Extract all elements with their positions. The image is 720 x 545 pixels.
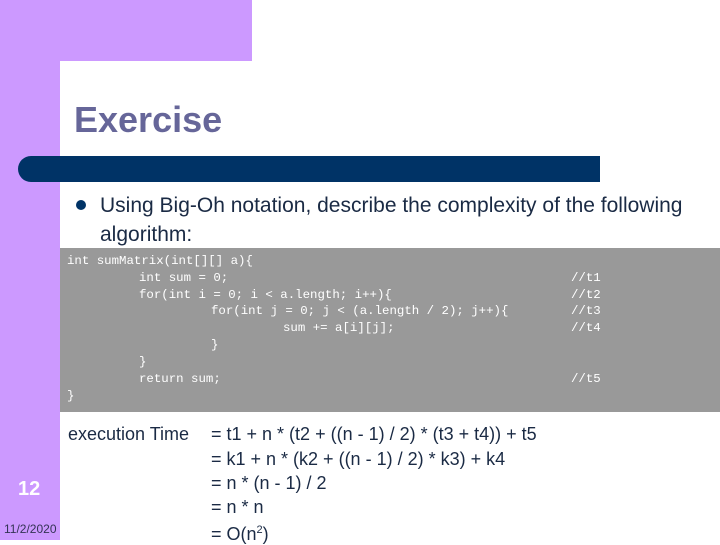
title-divider-bar xyxy=(18,156,600,182)
code-line: } xyxy=(211,338,219,352)
final-suffix: ) xyxy=(262,524,269,544)
code-comment: //t3 xyxy=(571,304,601,318)
code-line: } xyxy=(139,355,147,369)
code-line: int sum = 0; xyxy=(139,271,229,285)
final-prefix: = O(n xyxy=(211,524,257,544)
code-line: int sumMatrix(int[][] a){ xyxy=(67,254,253,268)
code-line: } xyxy=(67,389,75,403)
code-line: return sum; xyxy=(139,372,221,386)
analysis-final-line: = O(n2) xyxy=(211,519,269,545)
analysis-line: = k1 + n * (k2 + ((n - 1) / 2) * k3) + k… xyxy=(211,449,506,469)
code-line: sum += a[i][j]; xyxy=(283,321,395,335)
slide-number: 12 xyxy=(18,478,41,500)
bullet-text: Using Big-Oh notation, describe the comp… xyxy=(100,194,683,246)
analysis-line: = n * (n - 1) / 2 xyxy=(211,473,327,493)
execution-time-label: execution Time xyxy=(68,424,190,444)
analysis-line: = t1 + n * (t2 + ((n - 1) / 2) * (t3 + t… xyxy=(211,424,537,444)
slide-date: 11/2/2020 xyxy=(4,522,57,536)
code-comment: //t1 xyxy=(571,271,601,285)
analysis-line: = n * n xyxy=(211,497,264,517)
code-comment: //t4 xyxy=(571,321,601,335)
code-line: for(int i = 0; i < a.length; i++){ xyxy=(139,288,392,302)
slide-title: Exercise xyxy=(74,99,223,140)
decorative-purple-left-band xyxy=(0,0,60,540)
code-comment: //t5 xyxy=(571,372,601,386)
code-block: int sumMatrix(int[][] a){ int sum = 0; f… xyxy=(60,248,720,412)
code-comment: //t2 xyxy=(571,288,601,302)
bullet-icon xyxy=(76,200,86,210)
code-line: for(int j = 0; j < (a.length / 2); j++){ xyxy=(211,304,509,318)
